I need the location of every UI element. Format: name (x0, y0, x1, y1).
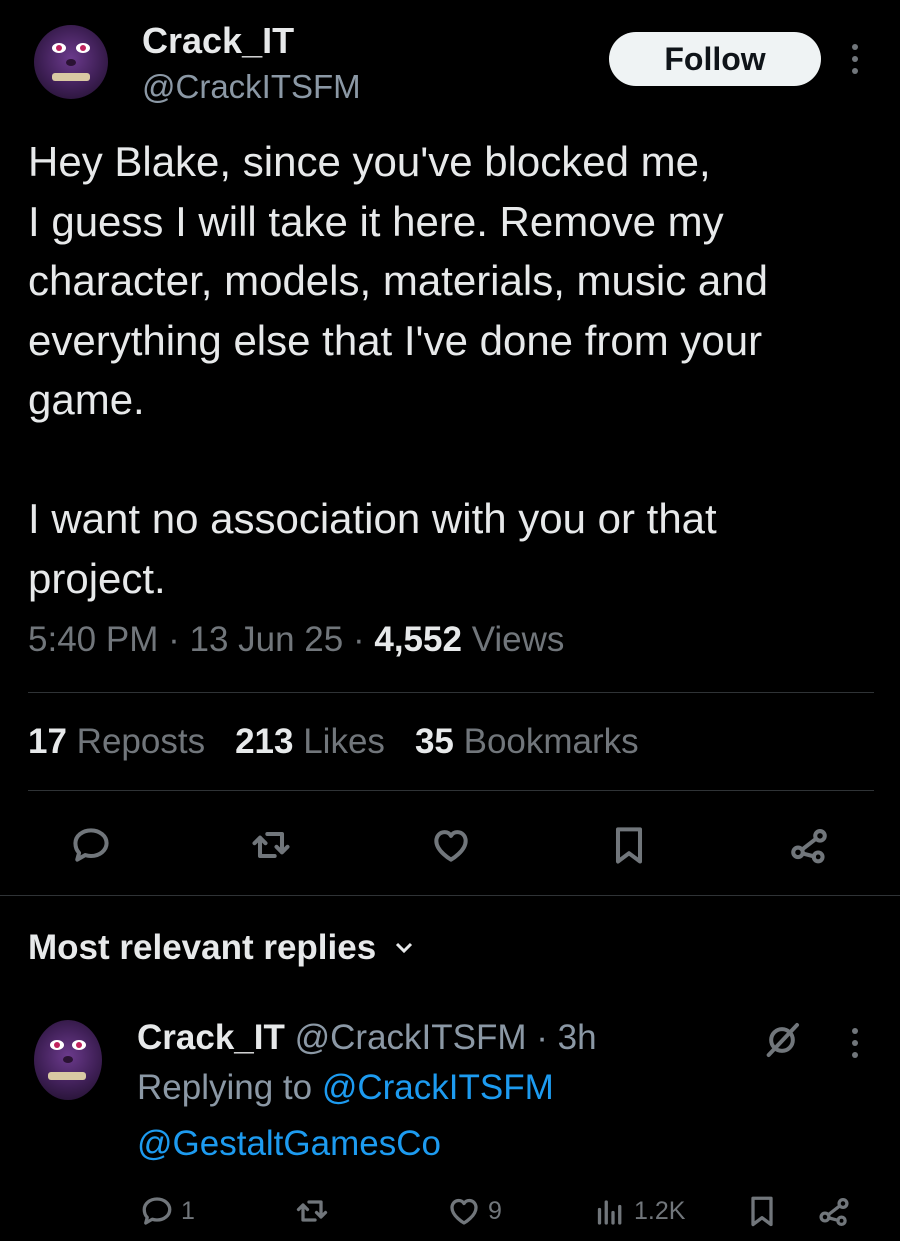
reply-like-count: 9 (488, 1196, 502, 1225)
tweet-paragraph: Hey Blake, since you've blocked me, I gu… (28, 138, 768, 423)
reply-views-count: 1.2K (634, 1196, 686, 1225)
views-icon (597, 1200, 622, 1225)
avatar-nose (63, 1056, 73, 1063)
like-icon (450, 1198, 478, 1225)
avatar-eye (52, 43, 66, 53)
reply-reply-button[interactable]: 1 (139, 1188, 195, 1234)
reply-header: Crack_IT @CrackITSFM · 3h (137, 1018, 597, 1058)
divider (28, 790, 874, 791)
reply-author-handle[interactable]: @CrackITSFM (295, 1018, 527, 1057)
views-label[interactable]: Views (472, 620, 565, 659)
reply-author-avatar[interactable] (34, 1020, 102, 1100)
meta-separator: · (536, 1018, 548, 1057)
avatar-eye (72, 1040, 86, 1050)
repost-icon[interactable] (246, 820, 296, 870)
chevron-down-icon (396, 942, 413, 954)
replying-to-handle[interactable]: @CrackITSFM (322, 1068, 554, 1107)
tweet-time[interactable]: 5:40 PM (28, 620, 158, 659)
bookmark-icon (751, 1196, 773, 1227)
reposts-stat[interactable]: 17 Reposts (28, 722, 205, 762)
reply-share-button[interactable] (816, 1188, 852, 1234)
reply-icon (142, 1197, 172, 1225)
tweet-text: Hey Blake, since you've blocked me, I gu… (28, 132, 888, 608)
bookmark-icon[interactable] (604, 820, 654, 870)
avatar-eye (50, 1040, 64, 1050)
avatar-mouth (48, 1072, 86, 1080)
reply-like-button[interactable]: 9 (446, 1188, 502, 1234)
avatar-mouth (52, 73, 90, 81)
grok-icon[interactable] (762, 1020, 802, 1060)
meta-separator: · (352, 620, 365, 659)
reply-more-options-icon[interactable] (851, 1028, 859, 1058)
tweet-meta: 5:40 PM · 13 Jun 25 · 4,552 Views (28, 620, 564, 660)
replying-to-line: Replying to @CrackITSFM (137, 1068, 554, 1108)
reply-author-name[interactable]: Crack_IT (137, 1018, 285, 1057)
reply-views-button[interactable]: 1.2K (592, 1188, 685, 1234)
tweet-paragraph: I want no association with you or that p… (28, 495, 717, 602)
like-icon[interactable] (426, 820, 476, 870)
author-name[interactable]: Crack_IT (142, 20, 294, 62)
author-avatar[interactable] (34, 25, 108, 99)
reply-icon[interactable] (66, 820, 116, 870)
avatar-eye (76, 43, 90, 53)
engagement-stats: 17 Reposts 213 Likes 35 Bookmarks (28, 722, 639, 762)
follow-button[interactable]: Follow (609, 32, 821, 86)
reply-repost-button[interactable] (294, 1188, 330, 1234)
reply-mention[interactable]: @GestaltGamesCo (137, 1124, 441, 1164)
reply-action-bar: 1 9 1.2K (0, 1188, 900, 1234)
bookmarks-stat[interactable]: 35 Bookmarks (415, 722, 639, 762)
replying-to-label: Replying to (137, 1068, 313, 1107)
avatar-nose (66, 59, 76, 66)
replies-section-title: Most relevant replies (28, 928, 377, 967)
divider (28, 692, 874, 693)
author-handle[interactable]: @CrackITSFM (142, 68, 361, 106)
tweet-date[interactable]: 13 Jun 25 (189, 620, 343, 659)
views-count[interactable]: 4,552 (374, 620, 462, 659)
likes-stat[interactable]: 213 Likes (235, 722, 385, 762)
replies-sort-dropdown[interactable]: Most relevant replies (28, 928, 416, 968)
tweet-action-bar (0, 820, 900, 870)
reply-bookmark-button[interactable] (744, 1188, 780, 1234)
meta-separator: · (168, 620, 180, 659)
share-icon[interactable] (784, 820, 834, 870)
reply-time[interactable]: 3h (558, 1018, 597, 1057)
repost-icon (296, 1200, 328, 1222)
divider (0, 895, 900, 896)
more-options-icon[interactable] (851, 44, 859, 74)
share-icon (819, 1197, 849, 1227)
reply-reply-count: 1 (181, 1196, 195, 1225)
